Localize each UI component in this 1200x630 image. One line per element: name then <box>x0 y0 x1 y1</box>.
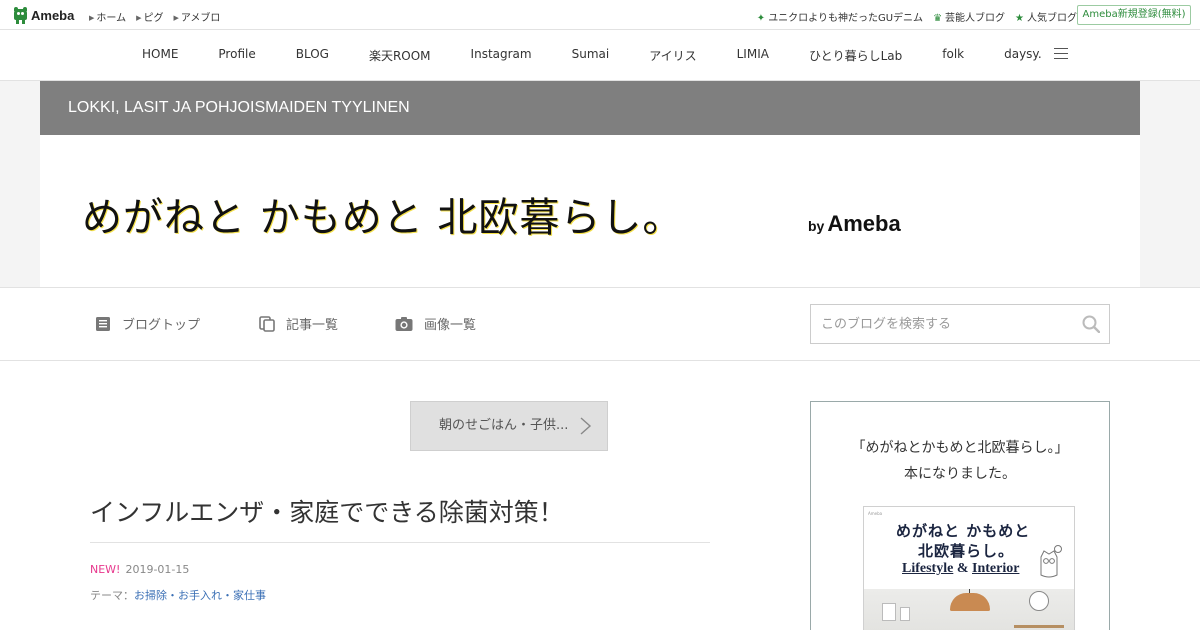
blog-top-label: ブログトップ <box>122 318 201 333</box>
topbar-links: ▶ ホーム ▶ ピグ ▶ アメブロ <box>89 9 220 24</box>
header-strip-text: LOKKI, LASIT JA POHJOISMAIDEN TYYLINEN <box>68 99 410 116</box>
blog-top-link[interactable]: ブログトップ <box>95 314 200 333</box>
camera-icon <box>395 316 413 331</box>
nav-item-home[interactable]: HOME <box>142 47 178 64</box>
book-publisher-mark: Ameba <box>868 511 883 516</box>
theme-link[interactable]: お掃除・お手入れ・家仕事 <box>134 589 266 602</box>
caret-right-icon: ▶ <box>136 14 142 22</box>
previous-post-button[interactable]: 朝のせごはん・子供... <box>410 401 608 451</box>
wall-shelf <box>1014 625 1064 628</box>
crown-icon: ♛ <box>933 13 943 24</box>
caret-right-icon: ▶ <box>173 14 179 22</box>
owl-illustration-icon <box>1040 545 1062 578</box>
ameba-logo-icon <box>13 6 28 24</box>
chevron-right-icon <box>580 417 592 435</box>
topbar-link-celebrity-blog[interactable]: ♛ 芸能人ブログ <box>933 9 1005 24</box>
nav-item-hitorigurashi-lab[interactable]: ひとり暮らしLab <box>809 47 902 64</box>
hamburger-menu-icon[interactable] <box>1054 48 1068 59</box>
blog-header[interactable]: LOKKI, LASIT JA POHJOISMAIDEN TYYLINEN め… <box>40 81 1140 287</box>
post-theme: テーマ：お掃除・お手入れ・家仕事 <box>90 587 266 603</box>
nav-item-limia[interactable]: LIMIA <box>737 47 769 64</box>
post-meta: NEW! 2019-01-15 <box>90 563 189 576</box>
book-cover-image[interactable]: Ameba めがねと かもめと 北欧暮らし。 Lifestyle & Inter… <box>863 506 1075 630</box>
signup-button[interactable]: Ameba新規登録(無料) <box>1077 5 1191 25</box>
nav-item-folk[interactable]: folk <box>942 47 964 64</box>
book-title-line1: めがねと かもめと <box>896 522 1031 540</box>
image-list-link[interactable]: 画像一覧 <box>395 314 476 333</box>
theme-prefix: テーマ： <box>90 589 134 602</box>
caret-right-icon: ▶ <box>89 14 95 22</box>
picture-frame-icon <box>900 607 910 621</box>
blog-menu: ブログトップ 記事一覧 画像一覧 <box>0 288 1200 361</box>
book-title-line2: 北欧暮らし。 <box>918 542 1015 560</box>
topbar-link-ameblo[interactable]: ▶ アメブロ <box>173 9 220 24</box>
book-cover-photo <box>864 589 1074 630</box>
image-list-label: 画像一覧 <box>424 318 477 333</box>
nav-item-blog[interactable]: BLOG <box>296 47 329 64</box>
global-nav: HOME Profile BLOG 楽天ROOM Instagram Sumai… <box>0 30 1200 81</box>
nav-item-rakuten-room[interactable]: 楽天ROOM <box>369 47 431 64</box>
topbar-link-pigg[interactable]: ▶ ピグ <box>136 9 163 24</box>
nav-item-sumai[interactable]: Sumai <box>572 47 610 64</box>
nav-item-iris[interactable]: アイリス <box>649 47 696 64</box>
article-list-label: 記事一覧 <box>286 318 339 333</box>
nav-item-profile[interactable]: Profile <box>218 47 255 64</box>
book-announcement-line2: 本になりました。 <box>904 466 1016 482</box>
post-title[interactable]: インフルエンザ・家庭でできる除菌対策！ <box>90 493 564 529</box>
by-ameba: by Ameba <box>808 211 901 237</box>
pendant-lamp-icon <box>950 593 990 611</box>
copy-icon <box>259 315 275 332</box>
topbar-right-links: ✦ ユニクロよりも神だったGUデニム ♛ 芸能人ブログ ★ 人気ブログ <box>757 9 1077 24</box>
ameba-topbar: Ameba ▶ ホーム ▶ ピグ ▶ アメブロ ✦ ユニクロよりも神だったGUデニム ♛… <box>0 0 1200 30</box>
post-divider <box>90 542 710 543</box>
book-subtitle: Lifestyle & Interior <box>902 561 1020 576</box>
topbar-link-popular-blog[interactable]: ★ 人気ブログ <box>1015 9 1077 24</box>
header-strip: LOKKI, LASIT JA POHJOISMAIDEN TYYLINEN <box>40 81 1140 135</box>
ameba-brand: Ameba <box>827 211 901 236</box>
topbar-link-gu-denim[interactable]: ✦ ユニクロよりも神だったGUデニム <box>757 9 923 24</box>
ameba-logo-text: Ameba <box>31 7 75 23</box>
document-icon <box>96 316 110 331</box>
topbar-link-home[interactable]: ▶ ホーム <box>89 9 126 24</box>
blog-title: めがねと かもめと 北欧暮らし。 <box>82 195 684 241</box>
article-list-link[interactable]: 記事一覧 <box>259 314 338 333</box>
ameba-logo[interactable]: Ameba <box>13 6 74 24</box>
star-icon: ★ <box>1015 13 1024 24</box>
sparkle-icon: ✦ <box>756 13 766 24</box>
nav-item-daysy[interactable]: daysy. <box>1004 47 1042 64</box>
book-announcement-line1: 「めがねとかもめと北欧暮らし。」 <box>851 440 1069 456</box>
sidebar-book-widget: 「めがねとかもめと北欧暮らし。」 本になりました。 Ameba めがねと かもめ… <box>810 401 1110 630</box>
by-label: by <box>808 218 825 234</box>
nav-item-instagram[interactable]: Instagram <box>471 47 532 64</box>
post-date: 2019-01-15 <box>125 563 190 576</box>
blog-search-input[interactable] <box>811 305 1061 343</box>
previous-post-label: 朝のせごはん・子供... <box>439 418 569 433</box>
picture-frame-icon <box>882 603 896 621</box>
wall-clock-icon <box>1029 591 1049 611</box>
search-icon[interactable] <box>1082 315 1100 333</box>
blog-search-box <box>810 304 1110 344</box>
new-badge: NEW! <box>90 563 121 576</box>
